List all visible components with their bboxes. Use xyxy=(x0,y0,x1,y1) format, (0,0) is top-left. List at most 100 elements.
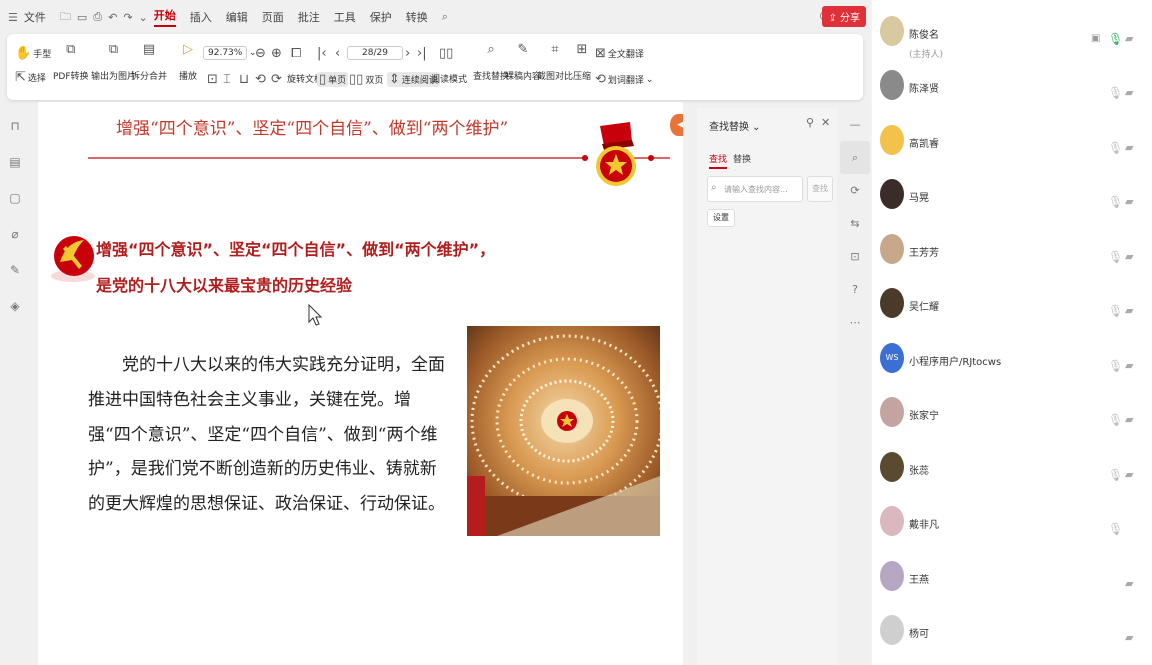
camera-off-icon[interactable]: ▰ xyxy=(1125,250,1133,263)
find-input[interactable]: 请输入查找内容... xyxy=(707,176,803,202)
tab-insert[interactable]: 插入 xyxy=(190,9,212,25)
chevron-down-icon[interactable]: ⌄ xyxy=(139,11,148,24)
share-button[interactable]: ⇪ 分享 xyxy=(822,6,866,27)
mic-muted-icon[interactable]: 🎙 xyxy=(1108,304,1123,318)
zoom-value[interactable]: 92.73% xyxy=(203,46,247,60)
last-page-button[interactable]: ›| xyxy=(417,46,427,61)
participant-row[interactable]: 杨可 ▰ xyxy=(872,607,1152,661)
file-menu[interactable]: 文件 xyxy=(24,9,46,25)
camera-off-icon[interactable]: ▰ xyxy=(1125,631,1133,644)
save-icon[interactable]: ▭ xyxy=(77,11,87,24)
minimize-icon[interactable]: — xyxy=(840,108,870,141)
help-icon[interactable]: ? xyxy=(840,273,870,306)
mic-muted-icon[interactable]: 🎙 xyxy=(1108,86,1123,100)
participant-row[interactable]: 戴非凡 🎙 xyxy=(872,498,1152,552)
menu-icon[interactable]: ☰ xyxy=(8,11,18,24)
tab-page[interactable]: 页面 xyxy=(262,9,284,25)
cloud-content-button[interactable]: ✎ 裸稿内容 xyxy=(505,42,541,82)
camera-off-icon[interactable]: ▰ xyxy=(1125,32,1133,45)
sync-icon[interactable]: ⟳ xyxy=(840,174,870,207)
participant-row[interactable]: 张蕊 🎙 ▰ xyxy=(872,444,1152,498)
word-translate-button[interactable]: ⟲ 划词翻译 ⌄ xyxy=(595,72,653,87)
camera-off-icon[interactable]: ▰ xyxy=(1125,468,1133,481)
tab-tools[interactable]: 工具 xyxy=(334,9,356,25)
document-page[interactable]: 增强“四个意识”、坚定“四个自信”、做到“两个维护” ◀ 增强“四个意识”、坚定… xyxy=(38,102,683,665)
full-translate-button[interactable]: ⊠ 全文翻译 xyxy=(595,46,644,61)
camera-off-icon[interactable]: ▰ xyxy=(1125,86,1133,99)
panel-title[interactable]: 查找替换 ⌄ xyxy=(709,118,761,133)
participant-row[interactable]: 王燕 ▰ xyxy=(872,553,1152,607)
transfer-icon[interactable]: ⇆ xyxy=(840,207,870,240)
pdf-convert-button[interactable]: ⧉ PDF转换 xyxy=(53,42,89,82)
undo-icon[interactable]: ↶ xyxy=(108,11,117,24)
zoom-out-button[interactable]: ⊖ xyxy=(255,46,266,61)
page-input[interactable]: 28/29 xyxy=(347,46,403,60)
play-button[interactable]: ▷ 播放 xyxy=(179,42,197,82)
prev-page-button[interactable]: ‹ xyxy=(335,46,340,61)
camera-off-icon[interactable]: ▰ xyxy=(1125,304,1133,317)
participant-row[interactable]: 马晃 🎙 ▰ xyxy=(872,171,1152,225)
hand-tool-button[interactable]: ✋ 手型 xyxy=(15,46,51,61)
select-tool-button[interactable]: ⇱ 选择 xyxy=(15,70,46,85)
tab-protect[interactable]: 保护 xyxy=(370,9,392,25)
zoom-in-button[interactable]: ⊕ xyxy=(271,46,282,61)
participant-row[interactable]: 陈俊名 (主持人) ▣ 🎙 ▰ xyxy=(872,8,1152,62)
mic-muted-icon[interactable]: 🎙 xyxy=(1108,468,1123,482)
signature-icon[interactable]: ✎ xyxy=(0,252,30,288)
actual-size-button[interactable]: ⊔ xyxy=(239,72,249,87)
mic-muted-icon[interactable]: 🎙 xyxy=(1108,359,1123,373)
search-icon[interactable]: ⌕ xyxy=(442,10,448,24)
more-icon[interactable]: ⋯ xyxy=(840,306,870,339)
fit-page-button[interactable]: ⧠ xyxy=(291,46,301,61)
tab-edit[interactable]: 编辑 xyxy=(226,9,248,25)
thumbnail-icon[interactable]: ▤ xyxy=(0,144,30,180)
mic-muted-icon[interactable]: 🎙 xyxy=(1108,522,1123,536)
first-page-button[interactable]: |‹ xyxy=(317,46,327,61)
rotate-left-button[interactable]: ⟲ xyxy=(255,72,266,87)
doc-info-icon[interactable]: ⊡ xyxy=(840,240,870,273)
participant-row[interactable]: 张家宁 🎙 ▰ xyxy=(872,389,1152,443)
read-mode-button[interactable]: 阅读模式 xyxy=(431,72,467,85)
next-page-button[interactable]: › xyxy=(405,46,410,61)
close-icon[interactable]: ✕ xyxy=(821,116,830,129)
tab-find[interactable]: 查找 xyxy=(709,152,728,169)
split-merge-button[interactable]: ▤ 拆分合并 xyxy=(131,42,167,82)
camera-off-icon[interactable]: ▰ xyxy=(1125,413,1133,426)
fit-width-button[interactable]: ⊡ xyxy=(207,72,218,87)
single-page-button[interactable]: ▯ 单页 xyxy=(317,72,349,87)
participant-row[interactable]: 吴仁耀 🎙 ▰ xyxy=(872,280,1152,334)
participant-row[interactable]: WS 小程序用户/RJtocws 🎙 ▰ xyxy=(872,335,1152,389)
fit-height-button[interactable]: ⌶ xyxy=(223,72,231,87)
participant-row[interactable]: 王芳芳 🎙 ▰ xyxy=(872,226,1152,280)
camera-off-icon[interactable]: ▰ xyxy=(1125,141,1133,154)
find-button[interactable]: 查找 xyxy=(807,176,833,202)
comment-icon[interactable]: ▢ xyxy=(0,180,30,216)
layers-icon[interactable]: ◈ xyxy=(0,288,30,324)
camera-off-icon[interactable]: ▰ xyxy=(1125,195,1133,208)
compress-button[interactable]: ⊞ 压缩 xyxy=(573,42,591,82)
tab-convert[interactable]: 转换 xyxy=(406,9,428,25)
open-icon[interactable]: 🗀 xyxy=(60,8,71,27)
camera-off-icon[interactable]: ▰ xyxy=(1125,577,1133,590)
redo-icon[interactable]: ↷ xyxy=(123,11,132,24)
camera-off-icon[interactable]: ▰ xyxy=(1125,359,1133,372)
search-icon[interactable]: ⌕ xyxy=(840,141,870,174)
export-image-button[interactable]: ⧉ 输出为图片 xyxy=(91,42,136,82)
mic-on-icon[interactable]: 🎙 xyxy=(1108,32,1123,46)
settings-button[interactable]: 设置 xyxy=(707,209,735,227)
participant-row[interactable]: 陈泽贤 🎙 ▰ xyxy=(872,62,1152,116)
mic-muted-icon[interactable]: 🎙 xyxy=(1108,141,1123,155)
page-value[interactable]: 28/29 xyxy=(347,46,403,60)
tab-home[interactable]: 开始 xyxy=(153,7,176,27)
mic-muted-icon[interactable]: 🎙 xyxy=(1108,413,1123,427)
rotate-right-button[interactable]: ⟳ xyxy=(271,72,282,87)
pin-icon[interactable]: ⚲ xyxy=(806,116,814,129)
attachment-icon[interactable]: ⌀ xyxy=(0,216,30,252)
screenshot-compare-button[interactable]: ⌗ 截图对比 xyxy=(537,42,573,82)
tab-annotate[interactable]: 批注 xyxy=(298,9,320,25)
zoom-select[interactable]: 92.73% ⌄ xyxy=(203,46,257,60)
print-icon[interactable]: ⎙ xyxy=(93,10,102,24)
mic-muted-icon[interactable]: 🎙 xyxy=(1108,250,1123,264)
bookmark-icon[interactable]: ⊓ xyxy=(0,108,30,144)
tab-replace[interactable]: 替换 xyxy=(733,152,751,165)
